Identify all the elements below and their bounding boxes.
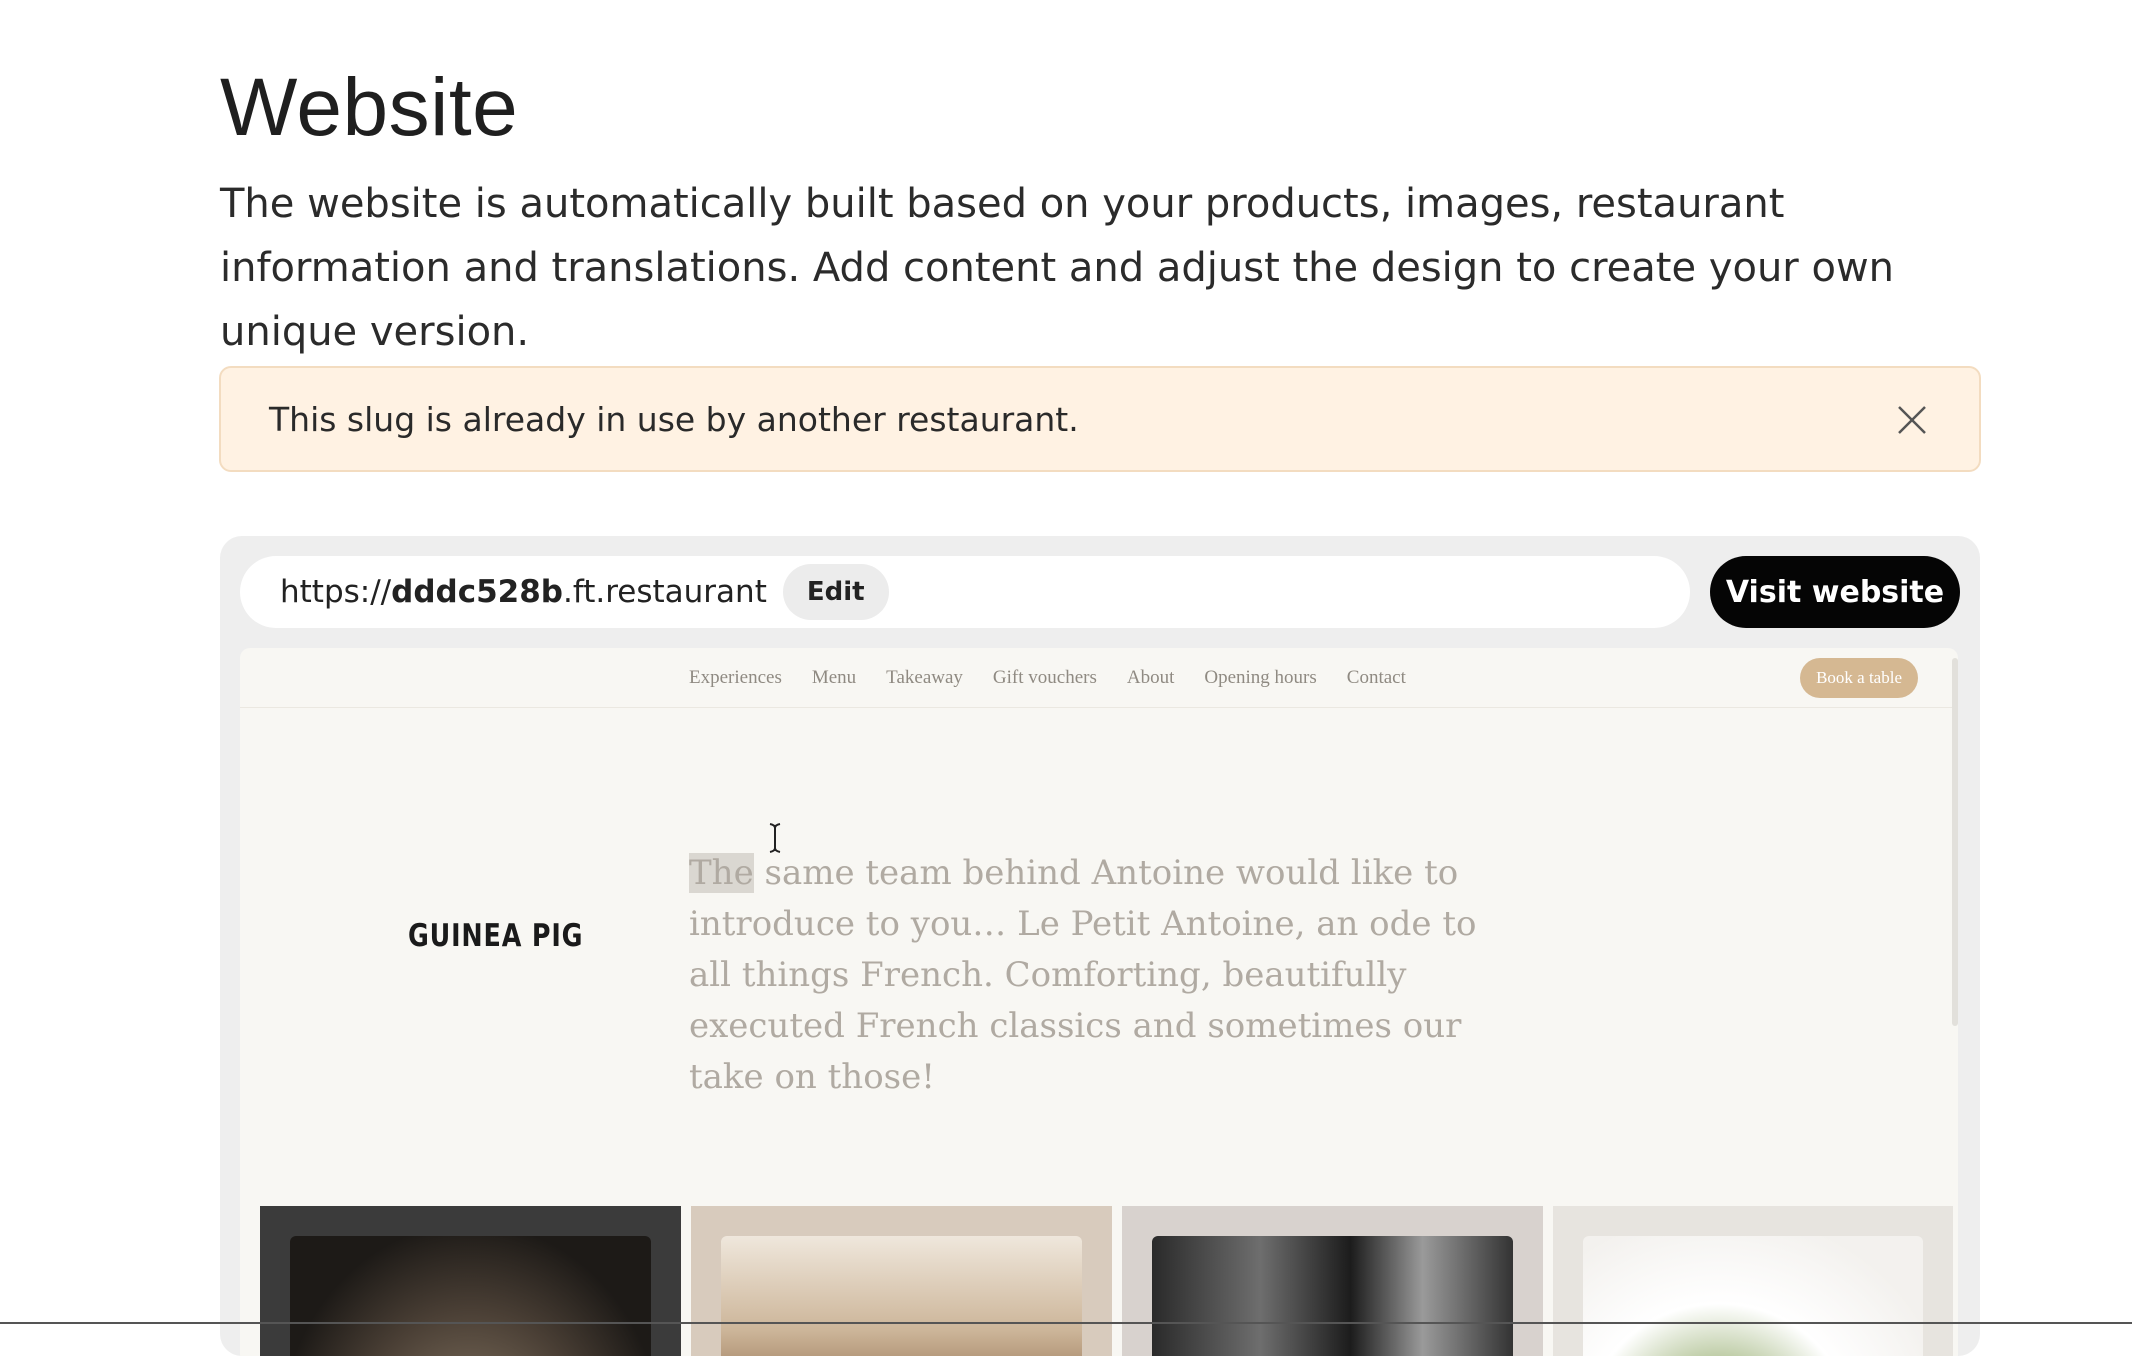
url-suffix: .ft.restaurant xyxy=(562,574,767,610)
site-nav-item-gift-vouchers[interactable]: Gift vouchers xyxy=(993,667,1097,689)
gallery-card[interactable] xyxy=(1553,1206,1953,1356)
site-nav-items: Experiences Menu Takeaway Gift vouchers Abou… xyxy=(689,648,1406,708)
website-preview-frame: https://dddc528b.ft.restaurant Edit Visi… xyxy=(220,536,1980,1356)
book-table-button[interactable]: Book a table xyxy=(1800,658,1918,698)
site-nav: Experiences Menu Takeaway Gift vouchers Abou… xyxy=(240,648,1958,708)
window-bottom-edge xyxy=(0,1322,2132,1324)
site-nav-item-experiences[interactable]: Experiences xyxy=(689,667,782,689)
site-nav-item-menu[interactable]: Menu xyxy=(812,667,856,689)
intro-text[interactable]: The same team behind Antoine would like … xyxy=(689,848,1489,1103)
site-nav-item-about[interactable]: About xyxy=(1127,667,1175,689)
intro-selected-text: The xyxy=(689,853,754,893)
page-title: Website xyxy=(220,62,519,153)
food-dish-photo xyxy=(1583,1236,1923,1356)
dark-plate-photo xyxy=(290,1236,651,1356)
site-nav-item-takeaway[interactable]: Takeaway xyxy=(886,667,963,689)
gallery-card[interactable] xyxy=(1122,1206,1543,1356)
preview-scrollbar[interactable] xyxy=(1952,658,1958,1026)
close-icon[interactable] xyxy=(1893,401,1931,439)
site-nav-item-opening-hours[interactable]: Opening hours xyxy=(1204,667,1316,689)
alert-message: This slug is already in use by another r… xyxy=(269,399,1079,439)
website-url-bar: https://dddc528b.ft.restaurant Edit xyxy=(240,556,1690,628)
street-photo xyxy=(1152,1236,1513,1356)
slug-error-alert: This slug is already in use by another r… xyxy=(219,366,1981,472)
restaurant-logo: GUINEA PIG xyxy=(408,918,584,954)
page-description: The website is automatically built based… xyxy=(220,181,1895,355)
website-url[interactable]: https://dddc528b.ft.restaurant xyxy=(280,574,767,610)
visit-website-button[interactable]: Visit website xyxy=(1710,556,1960,628)
site-nav-item-contact[interactable]: Contact xyxy=(1347,667,1406,689)
gallery-card[interactable] xyxy=(691,1206,1112,1356)
edit-slug-button[interactable]: Edit xyxy=(782,564,889,620)
url-prefix: https:// xyxy=(280,574,392,610)
url-slug: dddc528b xyxy=(391,574,563,610)
text-cursor-icon xyxy=(769,823,781,853)
gallery-card[interactable] xyxy=(260,1206,681,1356)
site-preview[interactable]: Experiences Menu Takeaway Gift vouchers Abou… xyxy=(240,648,1958,1356)
restaurant-interior-photo xyxy=(721,1236,1082,1356)
image-gallery xyxy=(260,1206,1953,1356)
intro-text-rest: same team behind Antoine would like to i… xyxy=(689,853,1477,1097)
